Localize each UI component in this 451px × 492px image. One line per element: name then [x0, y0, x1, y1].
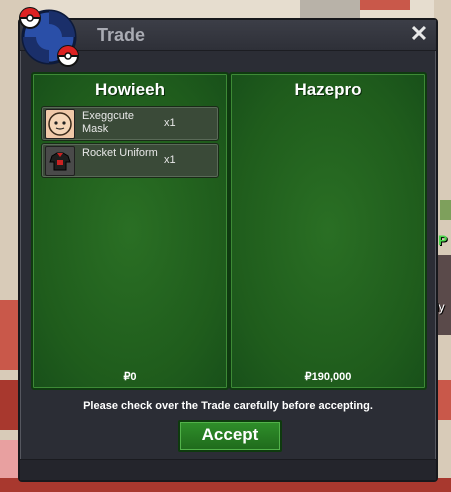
right-player-name: Hazepro — [294, 80, 362, 99]
item-name: Exeggcute Mask — [82, 110, 134, 135]
left-trade-panel: Howieeh Exeggcute Mask x1 Rocket Uniform… — [31, 72, 229, 390]
window-footer — [20, 459, 436, 480]
item-quantity: x1 — [164, 154, 176, 166]
npc-name-fragment: P — [438, 232, 448, 248]
trade-item[interactable]: Exeggcute Mask x1 — [41, 106, 219, 141]
item-name: Rocket Uniform — [82, 147, 158, 159]
exeggcute-mask-icon — [45, 109, 75, 139]
trade-window: Trade ✕ Howieeh Exeggcute Mask x1 Rocket… — [18, 7, 438, 482]
window-title: Trade — [97, 25, 146, 45]
trade-logo-icon — [19, 7, 79, 67]
left-player-name: Howieeh — [95, 80, 165, 99]
item-quantity: x1 — [164, 117, 176, 129]
rocket-uniform-icon — [45, 146, 75, 176]
right-trade-panel: Hazepro ₽190,000 — [229, 72, 427, 390]
close-icon: ✕ — [409, 21, 429, 46]
trade-notice: Please check over the Trade carefully be… — [83, 400, 373, 412]
right-money-offer: ₽190,000 — [304, 371, 352, 383]
accept-button[interactable]: Accept — [178, 420, 282, 452]
left-money-offer: ₽0 — [123, 371, 137, 383]
trade-item[interactable]: Rocket Uniform x1 — [41, 143, 219, 178]
close-button[interactable]: ✕ — [408, 21, 430, 46]
